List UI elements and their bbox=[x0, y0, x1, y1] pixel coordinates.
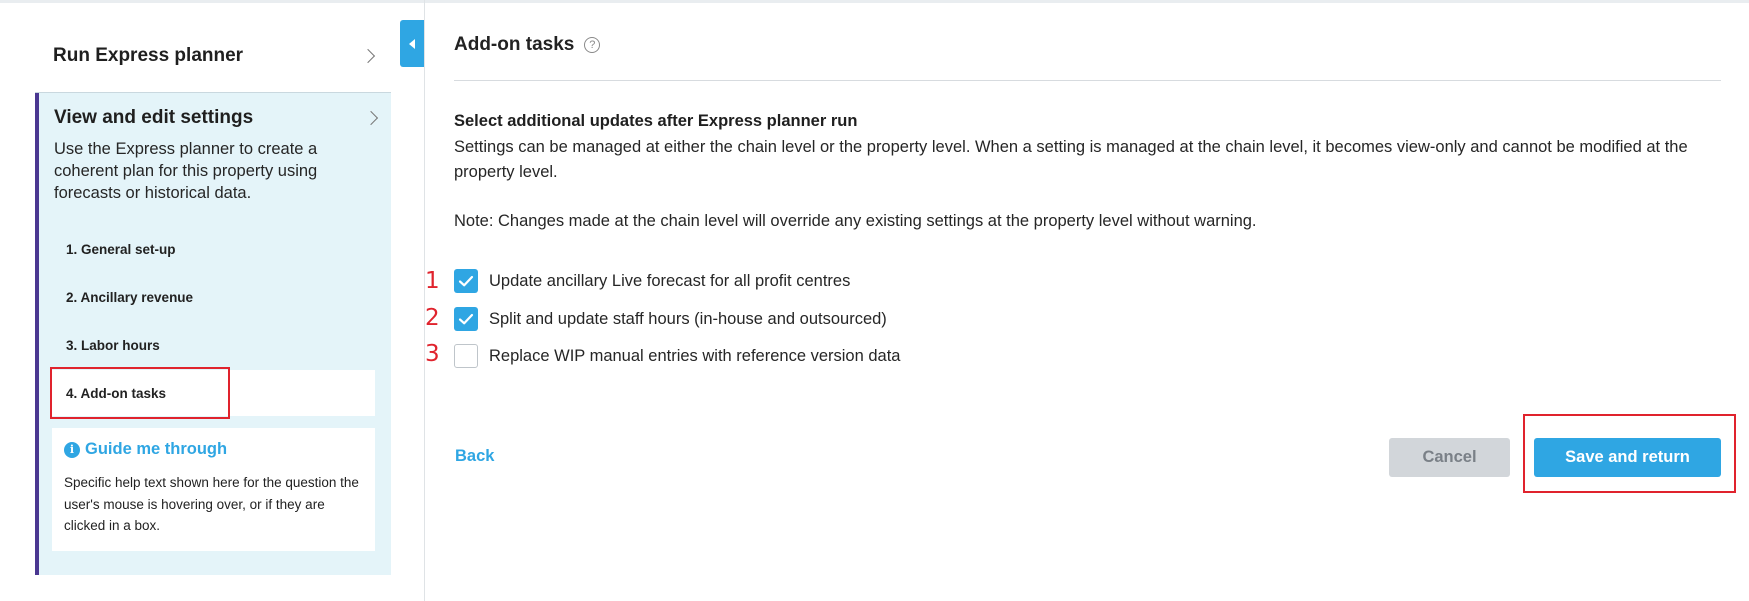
annotation-marker-1: 1 bbox=[425, 268, 440, 294]
check-icon bbox=[458, 275, 474, 287]
guide-help-text: Specific help text shown here for the qu… bbox=[64, 475, 359, 533]
back-link[interactable]: Back bbox=[455, 447, 494, 466]
run-express-planner-item[interactable]: Run Express planner bbox=[35, 20, 391, 93]
info-icon: i bbox=[64, 441, 80, 458]
annotation-marker-3: 3 bbox=[425, 341, 440, 367]
settings-description: Use the Express planner to create a cohe… bbox=[54, 140, 318, 202]
option-replace-wip-entries[interactable]: Replace WIP manual entries with referenc… bbox=[454, 344, 901, 368]
run-express-planner-label: Run Express planner bbox=[53, 45, 244, 66]
page-header: Add-on tasks ? bbox=[454, 34, 601, 56]
guide-title: Guide me through bbox=[85, 440, 228, 458]
settings-title: View and edit settings bbox=[54, 107, 254, 128]
checkbox-replace-wip-entries[interactable] bbox=[454, 344, 478, 368]
section-title: Select additional updates after Express … bbox=[454, 112, 858, 130]
step-general-setup[interactable]: 1. General set-up bbox=[52, 226, 375, 272]
check-icon bbox=[458, 313, 474, 325]
guide-box: i Guide me through Specific help text sh… bbox=[52, 428, 375, 551]
annotation-marker-2: 2 bbox=[425, 305, 440, 331]
option-label: Split and update staff hours (in-house a… bbox=[489, 309, 887, 328]
guide-me-through-link[interactable]: i Guide me through bbox=[64, 440, 227, 459]
annotation-highlight-save bbox=[1523, 414, 1736, 493]
option-update-ancillary-forecast[interactable]: Update ancillary Live forecast for all p… bbox=[454, 269, 850, 293]
option-label: Replace WIP manual entries with referenc… bbox=[489, 346, 901, 365]
caret-left-icon bbox=[409, 38, 415, 49]
collapse-panel-button[interactable] bbox=[400, 20, 424, 67]
chevron-right-icon bbox=[363, 110, 379, 126]
vertical-divider bbox=[424, 0, 425, 601]
option-label: Update ancillary Live forecast for all p… bbox=[489, 271, 851, 290]
step-ancillary-revenue[interactable]: 2. Ancillary revenue bbox=[52, 274, 375, 320]
section-description: Settings can be managed at either the ch… bbox=[454, 138, 1688, 181]
page-title: Add-on tasks bbox=[454, 34, 575, 55]
step-labor-hours[interactable]: 3. Labor hours bbox=[52, 322, 375, 368]
cancel-button[interactable]: Cancel bbox=[1389, 438, 1510, 477]
checkbox-split-staff-hours[interactable] bbox=[454, 307, 478, 331]
header-divider bbox=[454, 80, 1721, 81]
annotation-highlight-step bbox=[50, 367, 230, 419]
chevron-right-icon bbox=[360, 48, 376, 64]
checkbox-update-ancillary-forecast[interactable] bbox=[454, 269, 478, 293]
view-edit-settings-header[interactable]: View and edit settings bbox=[54, 107, 384, 129]
help-icon[interactable]: ? bbox=[584, 37, 601, 53]
left-panel: Run Express planner View and edit settin… bbox=[0, 3, 424, 601]
option-split-staff-hours[interactable]: Split and update staff hours (in-house a… bbox=[454, 307, 887, 331]
warning-note: Note: Changes made at the chain level wi… bbox=[454, 212, 1257, 230]
settings-panel: View and edit settings Use the Express p… bbox=[35, 93, 391, 575]
